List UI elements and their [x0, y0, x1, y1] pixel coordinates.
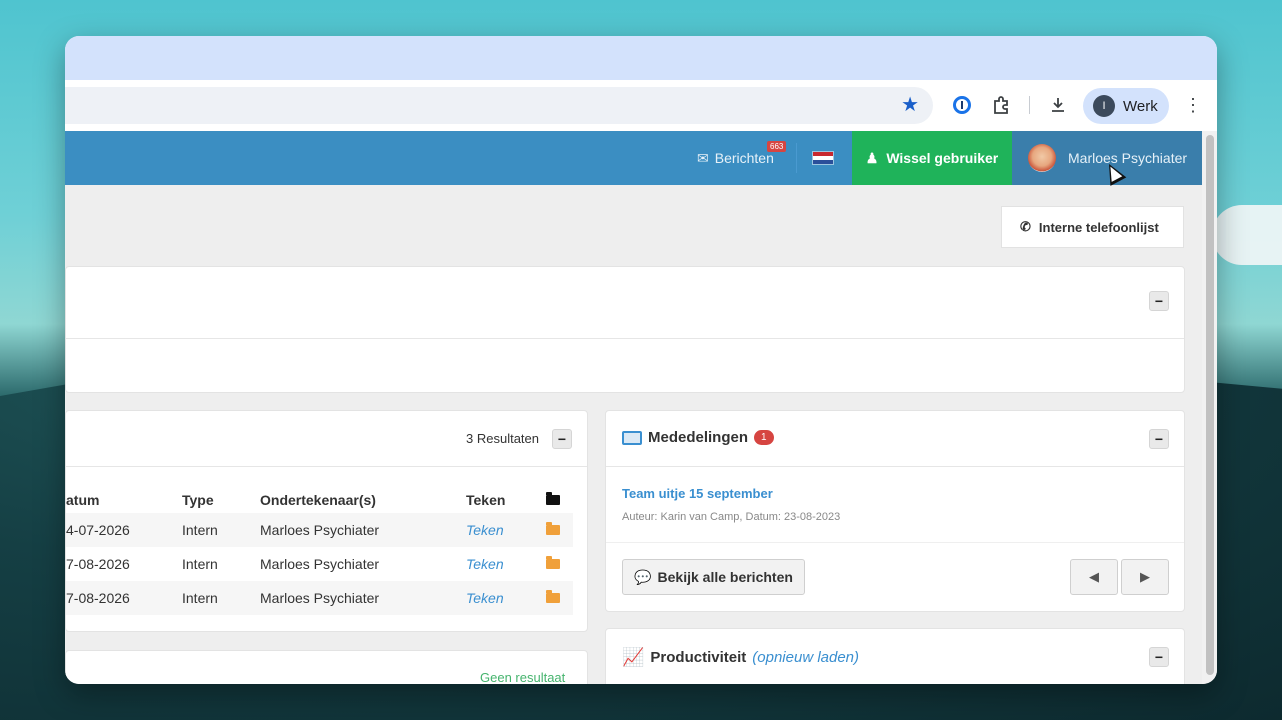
announcement-title-link[interactable]: Team uitje 15 september [622, 486, 773, 501]
table-header-row: atum Type Ondertekenaar(s) Teken [66, 487, 573, 513]
panel-divider [606, 466, 1184, 467]
reload-link[interactable]: (opnieuw laden) [752, 649, 859, 666]
sign-link[interactable]: Teken [466, 522, 504, 538]
announcements-count-badge: 1 [754, 430, 774, 445]
column-header-type[interactable]: Type [182, 487, 260, 513]
profile-avatar: I [1093, 95, 1115, 117]
collapse-button[interactable]: − [552, 429, 572, 449]
folder-icon [546, 492, 560, 505]
cell-date: 7-08-2026 [66, 581, 182, 615]
user-name: Marloes Psychiater [1068, 150, 1188, 166]
arrow-left-circle-icon: ◀ [1089, 569, 1099, 584]
phone-icon: ✆ [1020, 219, 1031, 234]
comments-icon: 💬 [634, 568, 652, 585]
profile-label: Werk [1123, 97, 1158, 115]
table-row: 7-08-2026 Intern Marloes Psychiater Teke… [66, 581, 573, 615]
announcements-label: Mededelingen [648, 429, 749, 446]
app-header: ✉ Berichten 663 ♟ Wissel gebruiker Marlo… [65, 131, 1202, 185]
newspaper-icon [622, 430, 642, 445]
browser-window: ★ I Werk ⋮ ✉ Berichten 663 ♟ Wissel gebr… [65, 36, 1217, 684]
cell-date: 4-07-2026 [66, 513, 182, 547]
password-manager-icon[interactable] [951, 94, 973, 116]
browser-menu-icon[interactable]: ⋮ [1182, 94, 1204, 116]
bookmark-star-icon[interactable]: ★ [901, 95, 919, 115]
cell-date: 7-08-2026 [66, 556, 130, 572]
cell-type: Intern [182, 513, 260, 547]
download-icon[interactable] [1047, 94, 1069, 116]
tab-strip [65, 36, 1217, 80]
documents-table: atum Type Ondertekenaar(s) Teken 4-07-20… [66, 487, 573, 615]
results-count: 3 Resultaten [466, 431, 539, 446]
productivity-panel: 📈 Productiviteit (opnieuw laden) − [605, 628, 1185, 684]
panel-divider [66, 466, 587, 467]
announcement-meta: Auteur: Karin van Camp, Datum: 23-08-202… [622, 511, 841, 523]
messages-count-badge: 663 [767, 141, 787, 152]
column-header-signers[interactable]: Ondertekenaar(s) [260, 487, 466, 513]
view-all-messages-button[interactable]: 💬 Bekijk alle berichten [622, 559, 805, 595]
table-row: 4-07-2026 Intern Marloes Psychiater Teke… [66, 513, 573, 547]
folder-icon[interactable] [546, 522, 560, 535]
sign-link[interactable]: Teken [466, 590, 504, 606]
column-header-folder [546, 487, 573, 513]
panel-divider [66, 338, 1184, 339]
collapse-button[interactable]: − [1149, 291, 1169, 311]
next-button[interactable]: ▶ [1121, 559, 1169, 595]
view-all-label: Bekijk alle berichten [657, 569, 793, 585]
cell-signer: Marloes Psychiater [260, 581, 466, 615]
panel-divider [606, 542, 1184, 543]
cell-signer: Marloes Psychiater [260, 513, 466, 547]
productivity-label: Productiviteit [650, 649, 747, 666]
secondary-panel: Geen resultaat [65, 650, 588, 684]
background-cloud [1212, 205, 1282, 265]
phone-list-label: Interne telefoonlijst [1038, 219, 1159, 235]
no-results-status: Geen resultaat [480, 670, 566, 684]
column-header-date[interactable]: atum [66, 487, 182, 513]
messages-link[interactable]: ✉ Berichten [697, 131, 774, 185]
header-divider [796, 143, 797, 173]
folder-icon[interactable] [546, 556, 560, 569]
announcements-panel: Mededelingen 1 − Team uitje 15 september… [605, 410, 1185, 612]
cell-signer: Marloes Psychiater [260, 556, 380, 572]
switch-user-label: Wissel gebruiker [886, 150, 999, 166]
table-row: 7-08-2026 Intern Marloes Psychiater Teke… [66, 547, 573, 581]
cell-type: Intern [182, 556, 218, 572]
envelope-icon: ✉ [697, 149, 709, 166]
collapse-button[interactable]: − [1149, 647, 1169, 667]
page-scrollbar[interactable] [1202, 131, 1217, 684]
dutch-flag-icon[interactable] [812, 151, 834, 165]
sign-link[interactable]: Teken [466, 556, 504, 572]
announcements-title: Mededelingen 1 [622, 429, 774, 446]
previous-button[interactable]: ◀ [1070, 559, 1118, 595]
productivity-title: 📈 Productiviteit (opnieuw laden) [622, 647, 859, 668]
address-bar[interactable]: ★ [65, 87, 933, 124]
collapse-button[interactable]: − [1149, 429, 1169, 449]
toolbar-divider [1029, 96, 1030, 114]
messages-label: Berichten [714, 150, 774, 166]
top-panel: − [65, 266, 1185, 393]
extensions-icon[interactable] [990, 94, 1012, 116]
column-header-sign[interactable]: Teken [466, 487, 546, 513]
profile-button[interactable]: I Werk [1083, 88, 1169, 124]
documents-panel: 3 Resultaten − atum Type Ondertekenaar(s… [65, 410, 588, 632]
browser-toolbar: ★ I Werk ⋮ [65, 80, 1217, 131]
user-secret-icon: ♟ [865, 149, 879, 166]
folder-icon[interactable] [546, 590, 560, 603]
user-avatar [1028, 144, 1056, 172]
line-chart-icon: 📈 [622, 647, 645, 667]
phone-list-button[interactable]: ✆ Interne telefoonlijst [1001, 206, 1184, 248]
switch-user-button[interactable]: ♟ Wissel gebruiker [852, 131, 1012, 185]
cell-type: Intern [182, 581, 260, 615]
scrollbar-thumb[interactable] [1206, 135, 1214, 675]
arrow-right-circle-icon: ▶ [1140, 569, 1150, 584]
